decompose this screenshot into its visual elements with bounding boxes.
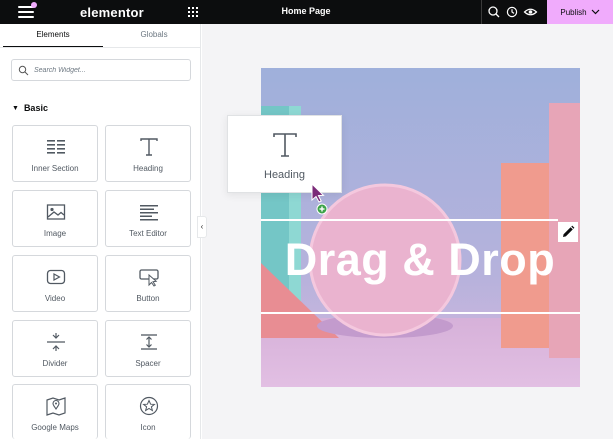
video-icon xyxy=(46,269,66,285)
widget-google-maps[interactable]: Google Maps xyxy=(12,384,98,439)
panel-tabs: Elements Globals xyxy=(0,24,201,48)
widget-label: Text Editor xyxy=(129,229,167,238)
chevron-down-icon[interactable] xyxy=(591,9,600,15)
widget-heading[interactable]: Heading xyxy=(105,125,191,182)
search-icon[interactable] xyxy=(487,5,501,19)
dragged-heading-widget[interactable]: Heading xyxy=(227,115,342,193)
history-icon[interactable] xyxy=(505,5,519,19)
widget-image[interactable]: Image xyxy=(12,190,98,247)
divider-icon xyxy=(47,333,65,351)
page-title[interactable]: Home Page xyxy=(250,6,362,16)
image-icon xyxy=(46,204,66,220)
search-widget-input[interactable] xyxy=(34,62,184,78)
button-icon xyxy=(139,269,159,287)
inner-section-icon xyxy=(47,140,65,154)
widget-label: Divider xyxy=(42,359,68,368)
edit-widget-button[interactable] xyxy=(558,222,578,242)
widget-button[interactable]: Button xyxy=(105,255,191,312)
search-icon xyxy=(18,65,29,76)
drop-indicator-bottom xyxy=(261,312,580,314)
widget-inner-section[interactable]: Inner Section xyxy=(12,125,98,182)
widget-label: Spacer xyxy=(135,359,161,368)
widget-label: Icon xyxy=(140,423,156,432)
toolbar-divider xyxy=(481,0,482,24)
search-widget-field[interactable] xyxy=(11,59,191,81)
tab-divider xyxy=(0,47,201,48)
widget-icon[interactable]: Icon xyxy=(105,384,191,439)
category-label: Basic xyxy=(23,103,48,113)
widget-label: Image xyxy=(43,229,67,238)
widget-label: Video xyxy=(44,294,66,303)
drag-cursor-icon xyxy=(311,183,328,215)
preview-eye-icon[interactable] xyxy=(523,5,538,19)
hero-heading[interactable]: Drag & Drop xyxy=(262,234,578,286)
widget-text-editor[interactable]: Text Editor xyxy=(105,190,191,247)
category-basic[interactable]: ▼ Basic xyxy=(12,103,48,113)
elementor-logo: elementor xyxy=(80,5,144,20)
widget-video[interactable]: Video xyxy=(12,255,98,312)
publish-button[interactable]: Publish xyxy=(547,0,613,24)
collapse-panel-icon[interactable]: ‹ xyxy=(197,216,207,238)
widget-divider[interactable]: Divider xyxy=(12,320,98,377)
caret-down-icon: ▼ xyxy=(12,104,19,112)
widget-label: Button xyxy=(136,294,160,303)
tab-globals[interactable]: Globals xyxy=(104,24,204,48)
widget-label: Google Maps xyxy=(31,423,79,432)
top-bar: elementor Home Page Publish xyxy=(0,0,613,24)
google-maps-icon xyxy=(46,397,66,416)
apps-icon[interactable] xyxy=(188,7,198,17)
menu-icon[interactable] xyxy=(18,6,34,18)
dragged-widget-label: Heading xyxy=(264,169,305,181)
drop-indicator-top xyxy=(261,219,558,221)
star-icon xyxy=(139,396,159,416)
widget-label: Heading xyxy=(133,164,163,173)
spacer-icon xyxy=(141,334,157,350)
notification-dot xyxy=(31,2,37,8)
heading-icon xyxy=(273,133,297,157)
widget-label: Inner Section xyxy=(31,164,79,173)
text-editor-icon xyxy=(140,205,158,221)
heading-icon xyxy=(140,138,158,156)
tab-elements[interactable]: Elements xyxy=(3,24,103,48)
pencil-icon xyxy=(563,225,575,237)
widget-spacer[interactable]: Spacer xyxy=(105,320,191,377)
publish-label: Publish xyxy=(560,7,587,17)
